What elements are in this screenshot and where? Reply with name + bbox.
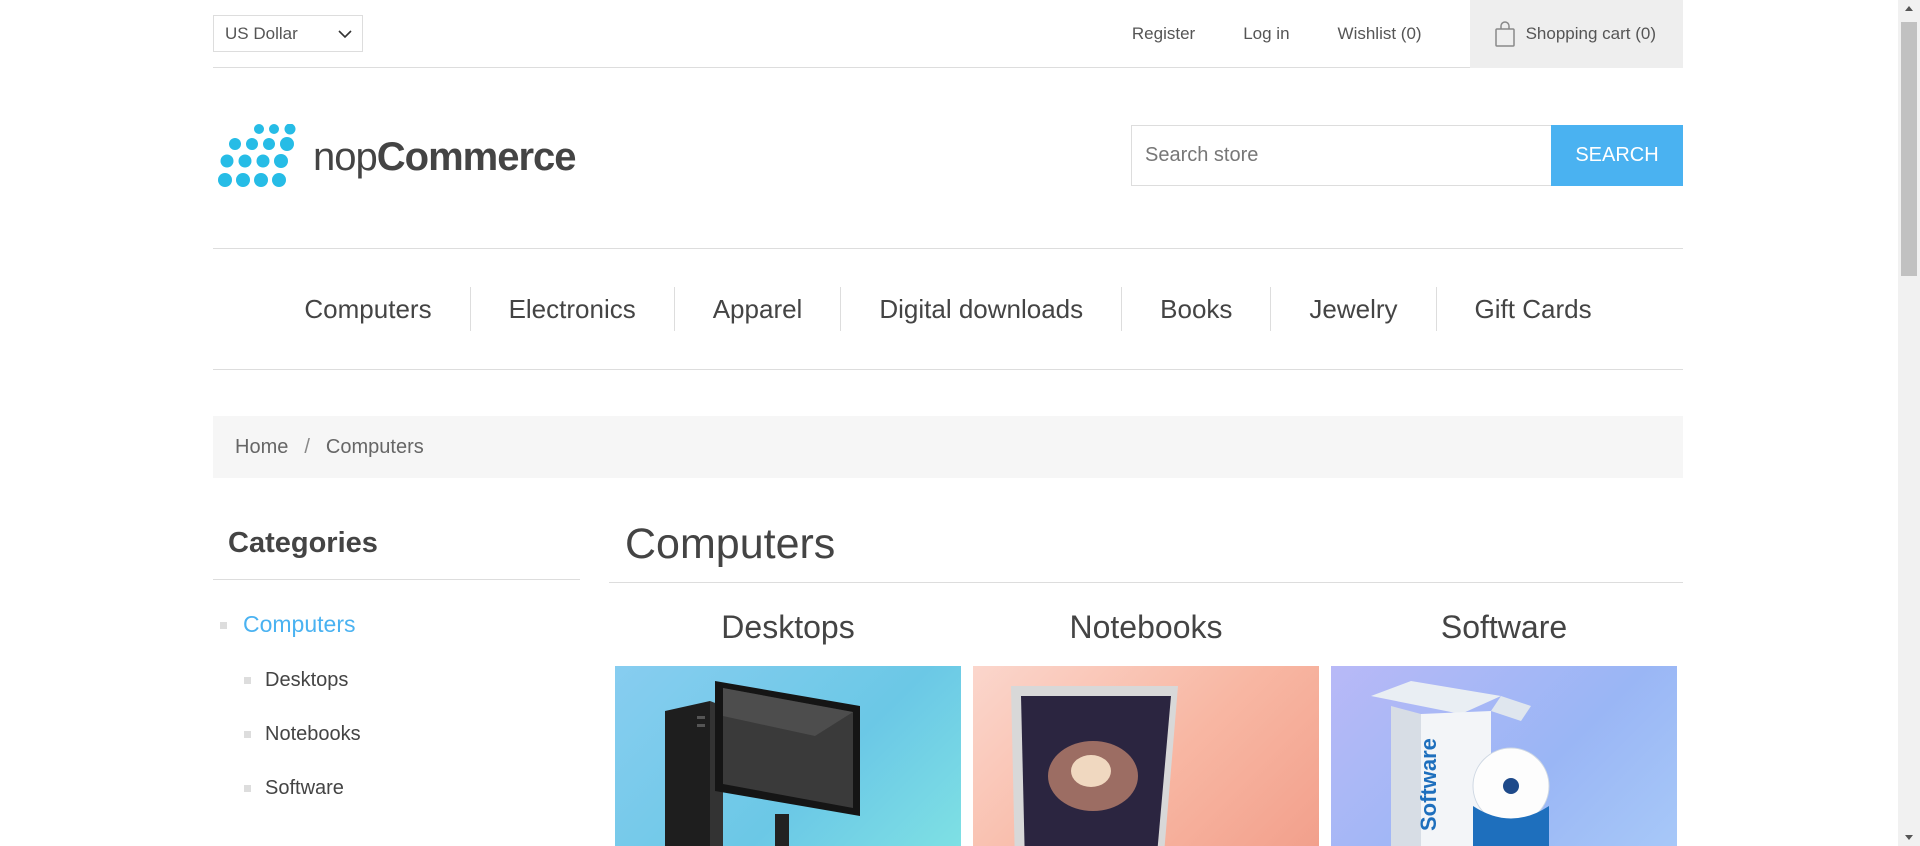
menu-item-computers[interactable]: Computers xyxy=(266,287,469,331)
wishlist-link[interactable]: Wishlist (0) xyxy=(1338,24,1422,44)
sidebar-item-label: Software xyxy=(265,777,344,799)
breadcrumb: Home / Computers xyxy=(213,416,1683,478)
category-card-title[interactable]: Desktops xyxy=(615,588,961,666)
logo-dots-icon xyxy=(218,124,296,187)
category-card-software[interactable]: Software Software xyxy=(1331,588,1677,846)
search-input[interactable]: Search store xyxy=(1131,125,1551,186)
scrollbar-thumb[interactable] xyxy=(1901,22,1917,276)
sidebar-item-software[interactable]: Software xyxy=(213,761,580,815)
scroll-up-icon[interactable] xyxy=(1898,0,1920,18)
logo-suffix: Commerce xyxy=(376,134,577,179)
categories-title: Categories xyxy=(213,510,580,580)
category-image-notebooks[interactable] xyxy=(973,666,1319,846)
currency-selector[interactable]: US Dollar xyxy=(213,15,363,52)
breadcrumb-home[interactable]: Home xyxy=(235,436,288,459)
bullet-icon xyxy=(244,785,251,792)
search-box: Search store SEARCH xyxy=(1131,125,1683,186)
menu-item-books[interactable]: Books xyxy=(1121,287,1270,331)
currency-value: US Dollar xyxy=(225,24,298,43)
desktop-computer-illustration xyxy=(665,681,860,846)
bullet-icon xyxy=(220,622,227,629)
login-link[interactable]: Log in xyxy=(1243,24,1289,44)
top-menu: Computers Electronics Apparel Digital do… xyxy=(213,249,1683,370)
menu-item-gift-cards[interactable]: Gift Cards xyxy=(1435,287,1630,331)
sidebar-item-computers[interactable]: Computers xyxy=(213,611,580,638)
header-links-row: US Dollar Register Log in Wishlist (0) S… xyxy=(213,0,1683,68)
subcategory-grid: Desktops Notebooks Software Software xyxy=(609,588,1683,846)
search-button[interactable]: SEARCH xyxy=(1551,125,1683,186)
shopping-bag-icon xyxy=(1494,21,1515,47)
software-box-illustration: Software xyxy=(1371,681,1550,846)
breadcrumb-separator: / xyxy=(304,435,310,458)
page-wrapper: US Dollar Register Log in Wishlist (0) S… xyxy=(213,0,1683,846)
main-content: Computers Desktops Notebooks Software So… xyxy=(609,510,1683,846)
logo-prefix: nop xyxy=(313,134,378,179)
category-card-title[interactable]: Notebooks xyxy=(973,588,1319,666)
breadcrumb-current: Computers xyxy=(325,435,424,458)
page-title: Computers xyxy=(609,510,1683,583)
category-card-title[interactable]: Software xyxy=(1331,588,1677,666)
scroll-down-icon[interactable] xyxy=(1898,828,1920,846)
sidebar-item-label: Notebooks xyxy=(265,723,361,745)
category-card-notebooks[interactable]: Notebooks xyxy=(973,588,1319,846)
sidebar-item-notebooks[interactable]: Notebooks xyxy=(213,707,580,761)
store-logo[interactable]: nopCommerce xyxy=(217,124,577,190)
category-image-desktops[interactable] xyxy=(615,666,961,846)
menu-item-jewelry[interactable]: Jewelry xyxy=(1270,287,1435,331)
sidebar-item-label: Desktops xyxy=(265,669,349,691)
logo-text: nopCommerce xyxy=(313,134,577,180)
menu-item-apparel[interactable]: Apparel xyxy=(673,287,841,331)
category-image-software[interactable]: Software xyxy=(1331,666,1677,846)
category-card-desktops[interactable]: Desktops xyxy=(615,588,961,846)
menu-item-digital-downloads[interactable]: Digital downloads xyxy=(840,287,1121,331)
subcategory-list: Desktops Notebooks Software xyxy=(213,653,580,815)
register-link[interactable]: Register xyxy=(1132,24,1195,44)
menu-item-electronics[interactable]: Electronics xyxy=(469,287,674,331)
header-links: Register Log in Wishlist (0) Shopping ca… xyxy=(1132,0,1683,68)
notebook-illustration xyxy=(1011,686,1178,846)
sidebar-item-desktops[interactable]: Desktops xyxy=(213,653,580,707)
bullet-icon xyxy=(244,731,251,738)
page-scrollbar[interactable] xyxy=(1898,0,1920,846)
svg-text:Software: Software xyxy=(1416,738,1441,831)
chevron-down-icon xyxy=(338,30,352,39)
shopping-cart-link[interactable]: Shopping cart (0) xyxy=(1469,0,1683,68)
bullet-icon xyxy=(244,677,251,684)
sidebar-item-label: Computers xyxy=(243,611,356,637)
shopping-cart-label: Shopping cart (0) xyxy=(1525,24,1656,43)
categories-sidebar: Categories Computers Desktops Notebooks … xyxy=(213,510,580,815)
